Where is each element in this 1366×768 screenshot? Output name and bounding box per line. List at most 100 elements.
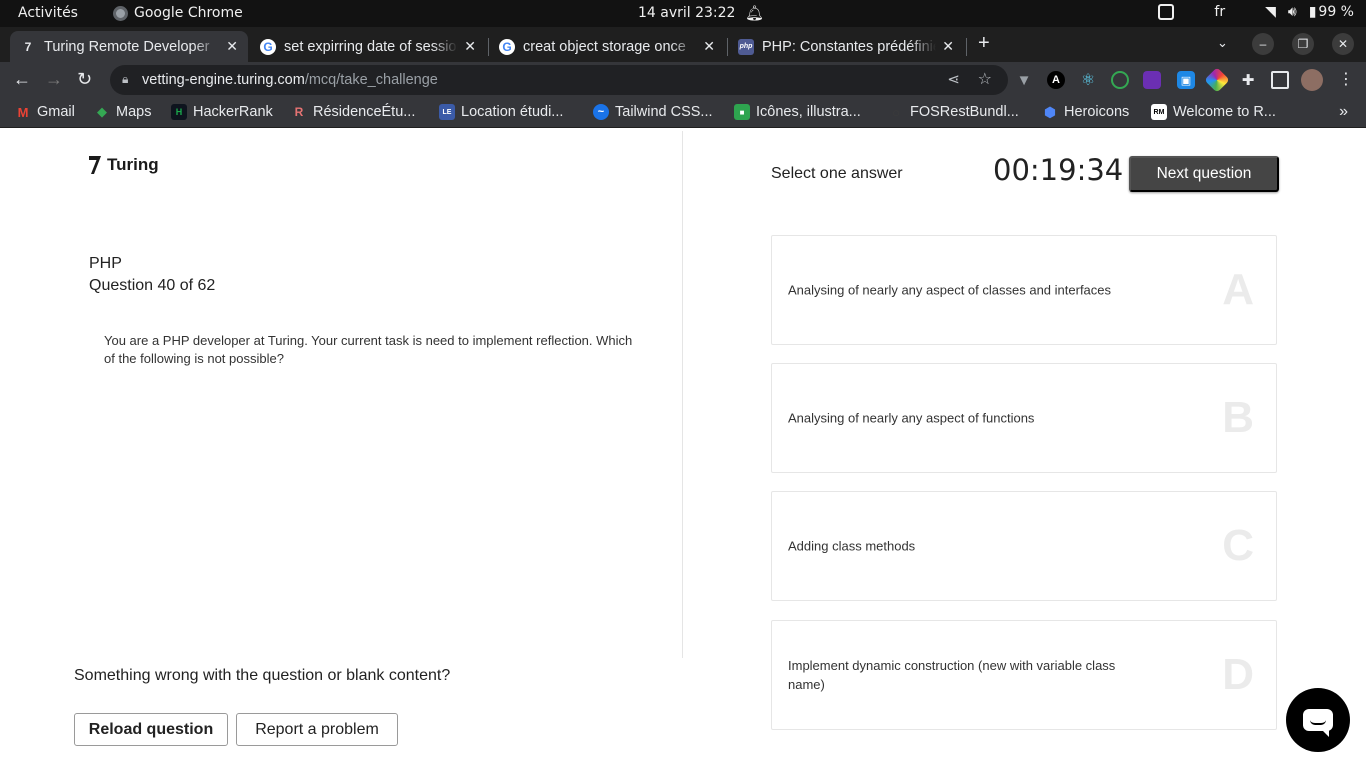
- address-bar[interactable]: 🔒︎ vetting-engine.turing.com/mcq/take_ch…: [110, 65, 1008, 95]
- new-tab-button[interactable]: +: [978, 32, 990, 55]
- answer-instruction: Select one answer: [771, 165, 903, 182]
- app-name: Google Chrome: [134, 5, 243, 21]
- bookmark-label: Heroicons: [1064, 104, 1130, 120]
- bookmark-welcome[interactable]: RM Welcome to R...: [1151, 104, 1276, 120]
- reload-question-button[interactable]: Reload question: [74, 713, 228, 746]
- answer-option-d[interactable]: Implement dynamic construction (new with…: [771, 620, 1277, 730]
- close-window-button[interactable]: ✕: [1332, 33, 1354, 55]
- chrome-icon: [113, 5, 128, 21]
- keyboard-layout[interactable]: fr: [1214, 4, 1225, 20]
- bookmark-residence[interactable]: R RésidenceÉtu...: [291, 104, 416, 120]
- system-tray[interactable]: fr ◥ 🔊︎ ▮ 99 %: [1158, 4, 1354, 20]
- color-picker-icon[interactable]: [1204, 67, 1230, 93]
- bookmark-tailwind[interactable]: ~ Tailwind CSS...: [593, 104, 713, 120]
- forward-icon[interactable]: →: [45, 69, 63, 90]
- close-tab-icon[interactable]: ✕: [226, 38, 238, 55]
- github-icon: ○: [892, 104, 900, 120]
- residence-icon: R: [294, 105, 304, 119]
- bookmark-label: Gmail: [37, 104, 75, 120]
- tab-search-chevron-icon[interactable]: ⌄: [1217, 35, 1228, 51]
- tab-title: set expirring date of session: [284, 38, 459, 55]
- angular-icon[interactable]: A: [1047, 71, 1065, 89]
- lock-icon[interactable]: 🔒︎: [122, 72, 128, 87]
- close-tab-icon[interactable]: ✕: [942, 38, 954, 55]
- bookmark-star-icon[interactable]: ☆: [978, 69, 992, 89]
- report-prompt: Something wrong with the question or bla…: [74, 667, 451, 684]
- activities-button[interactable]: Activités: [18, 5, 78, 21]
- next-question-button[interactable]: Next question: [1129, 156, 1279, 192]
- google-icon: G: [499, 38, 515, 55]
- back-icon[interactable]: ←: [13, 69, 31, 90]
- location-etudiant-icon: LE: [439, 104, 455, 120]
- tab-php-constants[interactable]: php PHP: Constantes prédéfinies ✕: [728, 31, 964, 62]
- vuejs-devtools-icon[interactable]: ▼: [1015, 71, 1033, 89]
- brand-name: Turing: [107, 155, 159, 174]
- profile-avatar[interactable]: [1301, 69, 1323, 91]
- bookmark-label: Maps: [116, 104, 152, 120]
- php-icon: php: [738, 38, 754, 55]
- tailwind-icon: ~: [593, 104, 609, 120]
- restore-button[interactable]: ❐: [1292, 33, 1314, 55]
- app-menu[interactable]: Google Chrome: [113, 5, 243, 21]
- extensions-puzzle-icon[interactable]: ✚: [1239, 71, 1257, 89]
- turing-logo[interactable]: Turing: [88, 155, 159, 175]
- challenge-page: Turing PHP Question 40 of 62 You are a P…: [0, 131, 1366, 768]
- bookmark-location[interactable]: LE Location étudi...: [439, 104, 563, 120]
- bookmark-gmail[interactable]: M Gmail: [15, 104, 75, 120]
- turing-icon: 7: [24, 39, 32, 54]
- extension-circle-icon[interactable]: [1111, 71, 1129, 89]
- react-devtools-icon[interactable]: ⚛: [1079, 71, 1097, 89]
- turing-logo-icon: [89, 156, 101, 174]
- extension-badge-icon[interactable]: [1143, 71, 1161, 89]
- option-text: Analysing of nearly any aspect of functi…: [788, 410, 1035, 426]
- minimize-button[interactable]: –: [1252, 33, 1274, 55]
- bookmark-label: Welcome to R...: [1173, 104, 1276, 120]
- url-text[interactable]: vetting-engine.turing.com/mcq/take_chall…: [142, 72, 438, 88]
- chat-icon: [1303, 709, 1333, 737]
- side-panel-icon[interactable]: [1271, 71, 1289, 89]
- bookmark-icones[interactable]: ■ Icônes, illustra...: [734, 104, 861, 120]
- tab-turing[interactable]: 7 Turing Remote Developer ✕: [10, 31, 248, 62]
- rm-icon: RM: [1151, 104, 1167, 120]
- more-menu-icon[interactable]: ⋮: [1338, 69, 1354, 89]
- bookmark-label: Icônes, illustra...: [756, 104, 861, 120]
- tab-session[interactable]: G set expirring date of session ✕: [250, 31, 486, 62]
- answer-option-b[interactable]: Analysing of nearly any aspect of functi…: [771, 363, 1277, 473]
- more-bookmarks-icon[interactable]: »: [1339, 103, 1348, 121]
- tab-title: Turing Remote Developer: [44, 38, 210, 55]
- bookmark-heroicons[interactable]: ⬢ Heroicons: [1042, 104, 1130, 121]
- reload-icon[interactable]: ↻: [77, 69, 92, 90]
- option-text: Implement dynamic construction (new with…: [788, 658, 1116, 692]
- icons8-icon: ■: [734, 104, 750, 120]
- gmail-icon: M: [17, 104, 29, 120]
- countdown-timer: 00:19:34: [993, 153, 1124, 187]
- alarm-bell-icon: 🔔︎: [745, 4, 765, 22]
- bookmark-fosrestbundle[interactable]: ○ FOSRestBundl...: [888, 104, 1019, 120]
- chat-support-button[interactable]: [1286, 688, 1350, 752]
- bookmark-label: RésidenceÉtu...: [313, 104, 416, 120]
- share-icon[interactable]: ⋖: [947, 70, 960, 88]
- close-tab-icon[interactable]: ✕: [703, 38, 715, 55]
- screen-share-icon[interactable]: [1158, 4, 1175, 20]
- volume-icon: 🔊︎: [1287, 4, 1297, 20]
- bookmarks-bar: M Gmail ◆ Maps H HackerRank R RésidenceÉ…: [0, 98, 1366, 128]
- bookmark-label: Tailwind CSS...: [615, 104, 713, 120]
- wifi-icon: ◥: [1265, 4, 1276, 20]
- tab-object-storage[interactable]: G creat object storage once ✕: [489, 31, 725, 62]
- answer-option-a[interactable]: Analysing of nearly any aspect of classe…: [771, 235, 1277, 345]
- maps-icon: ◆: [97, 104, 107, 119]
- option-letter: D: [1222, 650, 1254, 699]
- bookmark-maps[interactable]: ◆ Maps: [94, 104, 151, 120]
- hackerrank-icon: H: [171, 104, 187, 120]
- answer-option-c[interactable]: Adding class methods C: [771, 491, 1277, 601]
- clock[interactable]: 14 avril 23:22: [638, 5, 735, 21]
- question-counter: Question 40 of 62: [89, 277, 216, 294]
- extension-window-icon[interactable]: ▣: [1177, 71, 1195, 89]
- report-problem-button[interactable]: Report a problem: [236, 713, 398, 746]
- bookmark-hackerrank[interactable]: H HackerRank: [171, 104, 273, 120]
- battery-level: 99 %: [1318, 4, 1354, 20]
- close-tab-icon[interactable]: ✕: [464, 38, 476, 55]
- tab-strip: 7 Turing Remote Developer ✕ G set expirr…: [0, 27, 1366, 62]
- google-icon: G: [260, 38, 276, 55]
- option-letter: C: [1222, 521, 1254, 570]
